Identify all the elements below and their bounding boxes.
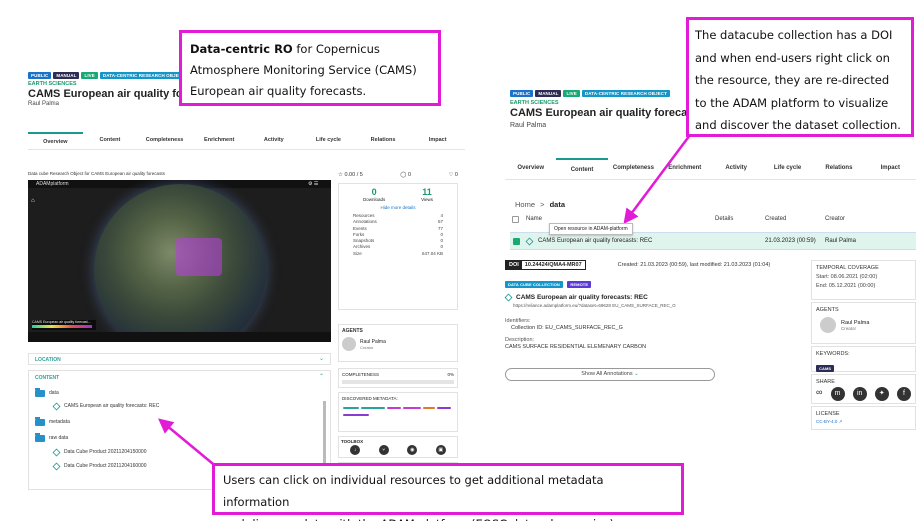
callout-line-3: European air quality forecasts.: [190, 84, 367, 98]
arrow-top-right: [623, 134, 692, 225]
context-tooltip[interactable]: Open resource in ADAM-platform: [549, 223, 633, 235]
callout-line: and when end-users right click on: [695, 50, 890, 65]
callout-line-1: Data-centric RO for Copernicus: [190, 39, 430, 60]
callout-line-2: Atmosphere Monitoring Service (CAMS): [190, 63, 417, 77]
callout-line: The datacube collection has a DOI: [695, 28, 893, 42]
callout-rest: for Copernicus: [292, 42, 380, 56]
callout-line: to the ADAM platform to visualize: [695, 95, 889, 110]
callout-bold: Data-centric RO: [190, 42, 293, 56]
callout-bottom: Users can click on individual resources …: [212, 463, 684, 521]
callout-top-left: Data-centric RO for Copernicus Atmospher…: [179, 30, 441, 106]
callout-line: and discover data with the ADAM platform…: [223, 513, 673, 521]
callout-line: Users can click on individual resources …: [223, 473, 604, 509]
callout-line: the resource, they are re-directed: [695, 73, 890, 87]
callout-top-right: The datacube collection has a DOI and wh…: [686, 17, 914, 137]
callout-line: and discover the dataset collection.: [695, 118, 901, 132]
